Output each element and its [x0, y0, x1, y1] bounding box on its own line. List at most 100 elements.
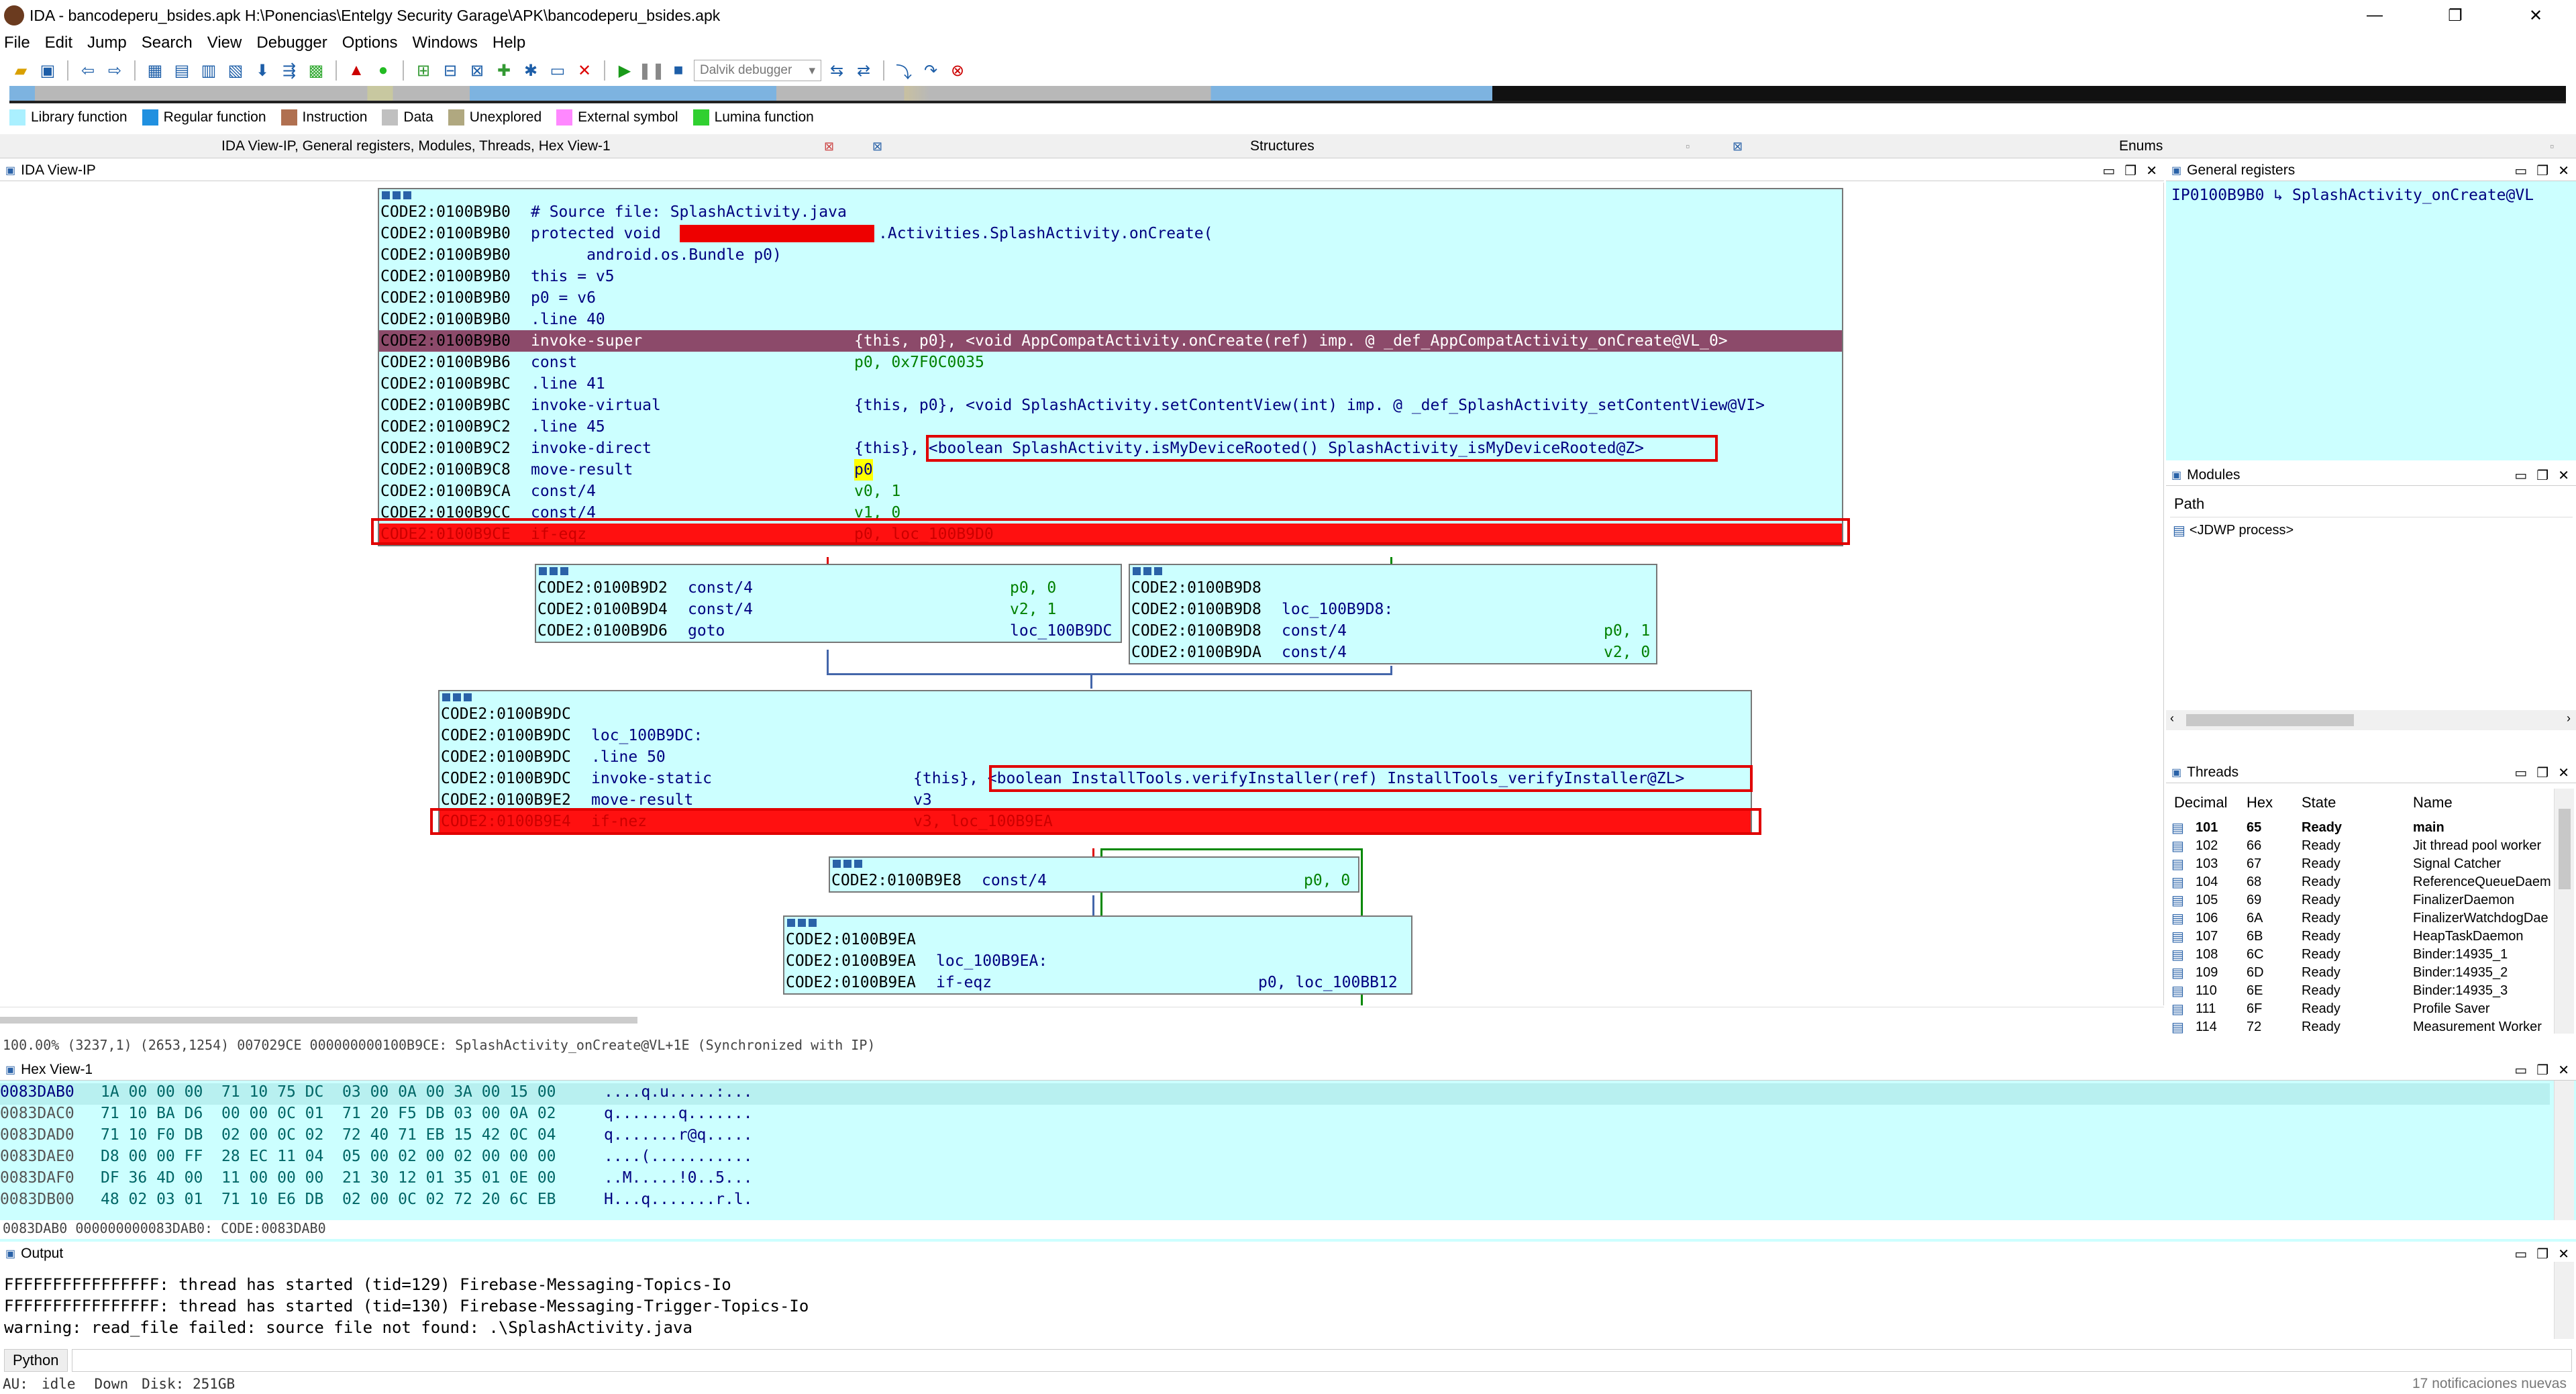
attach-icon[interactable]: ⇆ — [825, 59, 848, 82]
pane-close-icon[interactable]: ✕ — [2558, 162, 2569, 179]
menu-help[interactable]: Help — [493, 34, 525, 52]
forward-icon[interactable]: ⇨ — [103, 59, 126, 82]
hex-view-pane[interactable]: 0083DAB0 1A 00 00 00 71 10 75 DC 03 00 0A… — [0, 1081, 2576, 1242]
float-icon[interactable]: ❐ — [2536, 764, 2548, 781]
menu-edit[interactable]: Edit — [45, 34, 72, 52]
col-name[interactable]: Name — [2413, 794, 2453, 811]
cli-input[interactable] — [71, 1349, 2572, 1372]
python-button[interactable]: Python — [4, 1349, 68, 1372]
notifications[interactable]: 17 notificaciones nuevas — [2412, 1376, 2567, 1392]
segment-icon[interactable]: ▩ — [305, 59, 327, 82]
patch-icon[interactable]: ✱ — [519, 59, 542, 82]
restore-icon[interactable]: ▭ — [2514, 162, 2527, 179]
threads-scrollbar[interactable] — [2554, 789, 2574, 1034]
code-line[interactable]: CODE2:0100B9EA if-eqz p0, loc_100BB12 — [784, 972, 1411, 993]
thread-row[interactable]: ▤ 109 6D Ready Binder:14935_2 — [2171, 964, 2554, 982]
hex-row[interactable]: 0083DAC0 71 10 BA D6 00 00 0C 01 71 20 F5… — [0, 1105, 753, 1126]
graph-scrollbar[interactable] — [0, 1007, 2164, 1031]
graph-node-oncreate[interactable]: CODE2:0100B9B0 # Source file: SplashActiv… — [378, 188, 1843, 546]
tab-main[interactable]: IDA View-IP, General registers, Modules,… — [221, 134, 611, 158]
output-scrollbar[interactable] — [2554, 1262, 2574, 1339]
graph-node-loc-100b9ea[interactable]: CODE2:0100B9EA CODE2:0100B9EA loc_100B9EA… — [783, 915, 1412, 995]
binary-icon[interactable]: ▦ — [144, 59, 166, 82]
hex-row[interactable]: 0083DAD0 71 10 F0 DB 02 00 0C 02 72 40 71… — [0, 1126, 753, 1148]
start-process-icon[interactable]: ▶ — [613, 59, 636, 82]
general-registers-pane[interactable]: IP0100B9B0 ↳ SplashActivity_onCreate@VL — [2166, 181, 2576, 460]
code-line[interactable]: CODE2:0100B9B0 protected void .Activities.… — [379, 223, 1842, 244]
code-line[interactable]: CODE2:0100B9D8 loc_100B9D8: — [1130, 599, 1656, 620]
module-item[interactable]: ▤ <JDWP process> — [2173, 522, 2294, 539]
restore-icon[interactable]: ▭ — [2514, 764, 2527, 781]
detach-icon[interactable]: ⇄ — [852, 59, 875, 82]
code-line[interactable]: CODE2:0100B9DA const/4 v2, 0 — [1130, 642, 1656, 663]
step-over-icon[interactable]: ↷ — [919, 59, 942, 82]
code-line[interactable]: CODE2:0100B9DC — [440, 703, 1751, 725]
menu-options[interactable]: Options — [342, 34, 398, 52]
open-icon[interactable]: ▰ — [9, 59, 32, 82]
thread-row[interactable]: ▤ 102 66 Ready Jit thread pool worker — [2171, 837, 2554, 855]
plugin-icon[interactable]: ✚ — [493, 59, 515, 82]
code-line[interactable]: CODE2:0100B9EA — [784, 929, 1411, 950]
output-pane[interactable]: FFFFFFFFFFFFFFFF: thread has started (ti… — [0, 1262, 2576, 1339]
restore-icon[interactable]: ▭ — [2514, 467, 2527, 484]
enum-icon[interactable]: ▧ — [224, 59, 247, 82]
pane-close-icon[interactable]: ✕ — [2558, 764, 2569, 781]
code-line[interactable]: CODE2:0100B9B0 p0 = v6 — [379, 287, 1842, 309]
code-line[interactable]: CODE2:0100B9B0 this = v5 — [379, 266, 1842, 287]
pane-close-icon[interactable]: ✕ — [2146, 162, 2157, 179]
ip-register[interactable]: IP0100B9B0 ↳ SplashActivity_onCreate@VL — [2171, 187, 2534, 204]
code-line[interactable]: CODE2:0100B9B0 android.os.Bundle p0) — [379, 244, 1842, 266]
code-line-selected[interactable]: CODE2:0100B9B0 invoke-super {this, p0}, <v… — [379, 330, 1842, 352]
step-into-icon[interactable]: ⤵ — [892, 59, 915, 82]
code-line[interactable]: CODE2:0100B9B6 const p0, 0x7F0C0035 — [379, 352, 1842, 373]
thread-row[interactable]: ▤ 104 68 Ready ReferenceQueueDaem — [2171, 873, 2554, 891]
scrollbar-thumb[interactable] — [2186, 714, 2354, 726]
code-line[interactable]: CODE2:0100B9BC invoke-virtual {this, p0}, … — [379, 395, 1842, 416]
graph-node-rooted[interactable]: CODE2:0100B9D8 CODE2:0100B9D8 loc_100B9D8… — [1129, 564, 1657, 664]
tab-structures-close-icon[interactable]: ▫ — [1686, 134, 1690, 158]
scrollbar-thumb[interactable] — [0, 1017, 637, 1024]
thread-row[interactable]: ▤ 106 6A Ready FinalizerWatchdogDae — [2171, 909, 2554, 928]
thread-row[interactable]: ▤ 103 67 Ready Signal Catcher — [2171, 855, 2554, 873]
tab-structures[interactable]: Structures — [1250, 134, 1315, 158]
hex-row[interactable]: 0083DB00 48 02 03 01 71 10 E6 DB 02 00 0C… — [0, 1191, 753, 1212]
code-line[interactable]: CODE2:0100B9E8 const/4 p0, 0 — [830, 870, 1358, 891]
minimize-button[interactable]: — — [2334, 0, 2415, 31]
code-line[interactable]: CODE2:0100B9D8 — [1130, 577, 1656, 599]
menu-view[interactable]: View — [207, 34, 242, 52]
menu-file[interactable]: File — [4, 34, 30, 52]
close-button[interactable]: ✕ — [2495, 0, 2576, 31]
col-state[interactable]: State — [2302, 794, 2336, 811]
code-line[interactable]: CODE2:0100B9DC loc_100B9DC: — [440, 725, 1751, 746]
terminate-process-icon[interactable]: ■ — [667, 59, 690, 82]
tab-enums[interactable]: Enums — [2119, 134, 2163, 158]
menu-debugger[interactable]: Debugger — [256, 34, 327, 52]
code-line[interactable]: CODE2:0100B9B0 # Source file: SplashActiv… — [379, 201, 1842, 223]
thread-row[interactable]: ▤ 105 69 Ready FinalizerDaemon — [2171, 891, 2554, 909]
hex-scrollbar[interactable] — [2554, 1081, 2574, 1220]
float-icon[interactable]: ❐ — [2536, 1246, 2548, 1262]
code-line[interactable]: CODE2:0100B9C8 move-result p0 — [379, 459, 1842, 481]
thread-row[interactable]: ▤ 114 72 Ready Measurement Worker — [2171, 1018, 2554, 1034]
code-line[interactable]: CODE2:0100B9D6 goto loc_100B9DC — [536, 620, 1121, 642]
pane-close-icon[interactable]: ✕ — [2558, 1062, 2569, 1079]
float-icon[interactable]: ❐ — [2536, 467, 2548, 484]
navigation-band[interactable] — [9, 86, 2566, 101]
back-icon[interactable]: ⇦ — [76, 59, 99, 82]
code-line[interactable]: CODE2:0100B9D2 const/4 p0, 0 — [536, 577, 1121, 599]
breakpoint-remove-icon[interactable]: ⊗ — [946, 59, 969, 82]
tab-main-close-icon[interactable]: ⊠ — [824, 134, 834, 158]
restore-icon[interactable]: ▭ — [2514, 1062, 2527, 1079]
pane-close-icon[interactable]: ✕ — [2558, 467, 2569, 484]
code-line[interactable]: CODE2:0100B9D4 const/4 v2, 1 — [536, 599, 1121, 620]
hex-icon[interactable]: ▤ — [170, 59, 193, 82]
graph-node-not-rooted[interactable]: CODE2:0100B9D2 const/4 p0, 0 CODE2:0100B9D… — [535, 564, 1122, 643]
scroll-right-icon[interactable]: › — [2567, 711, 2571, 726]
pause-process-icon[interactable]: ❚❚ — [638, 59, 665, 82]
code-line[interactable]: CODE2:0100B9EA loc_100B9EA: — [784, 950, 1411, 972]
thread-row[interactable]: ▤ 108 6C Ready Binder:14935_1 — [2171, 946, 2554, 964]
tab-enums-close-icon[interactable]: ▫ — [2550, 134, 2554, 158]
scroll-left-icon[interactable]: ‹ — [2170, 711, 2174, 726]
thread-row[interactable]: ▤ 107 6B Ready HeapTaskDaemon — [2171, 928, 2554, 946]
code-line[interactable]: CODE2:0100B9CA const/4 v0, 1 — [379, 481, 1842, 502]
